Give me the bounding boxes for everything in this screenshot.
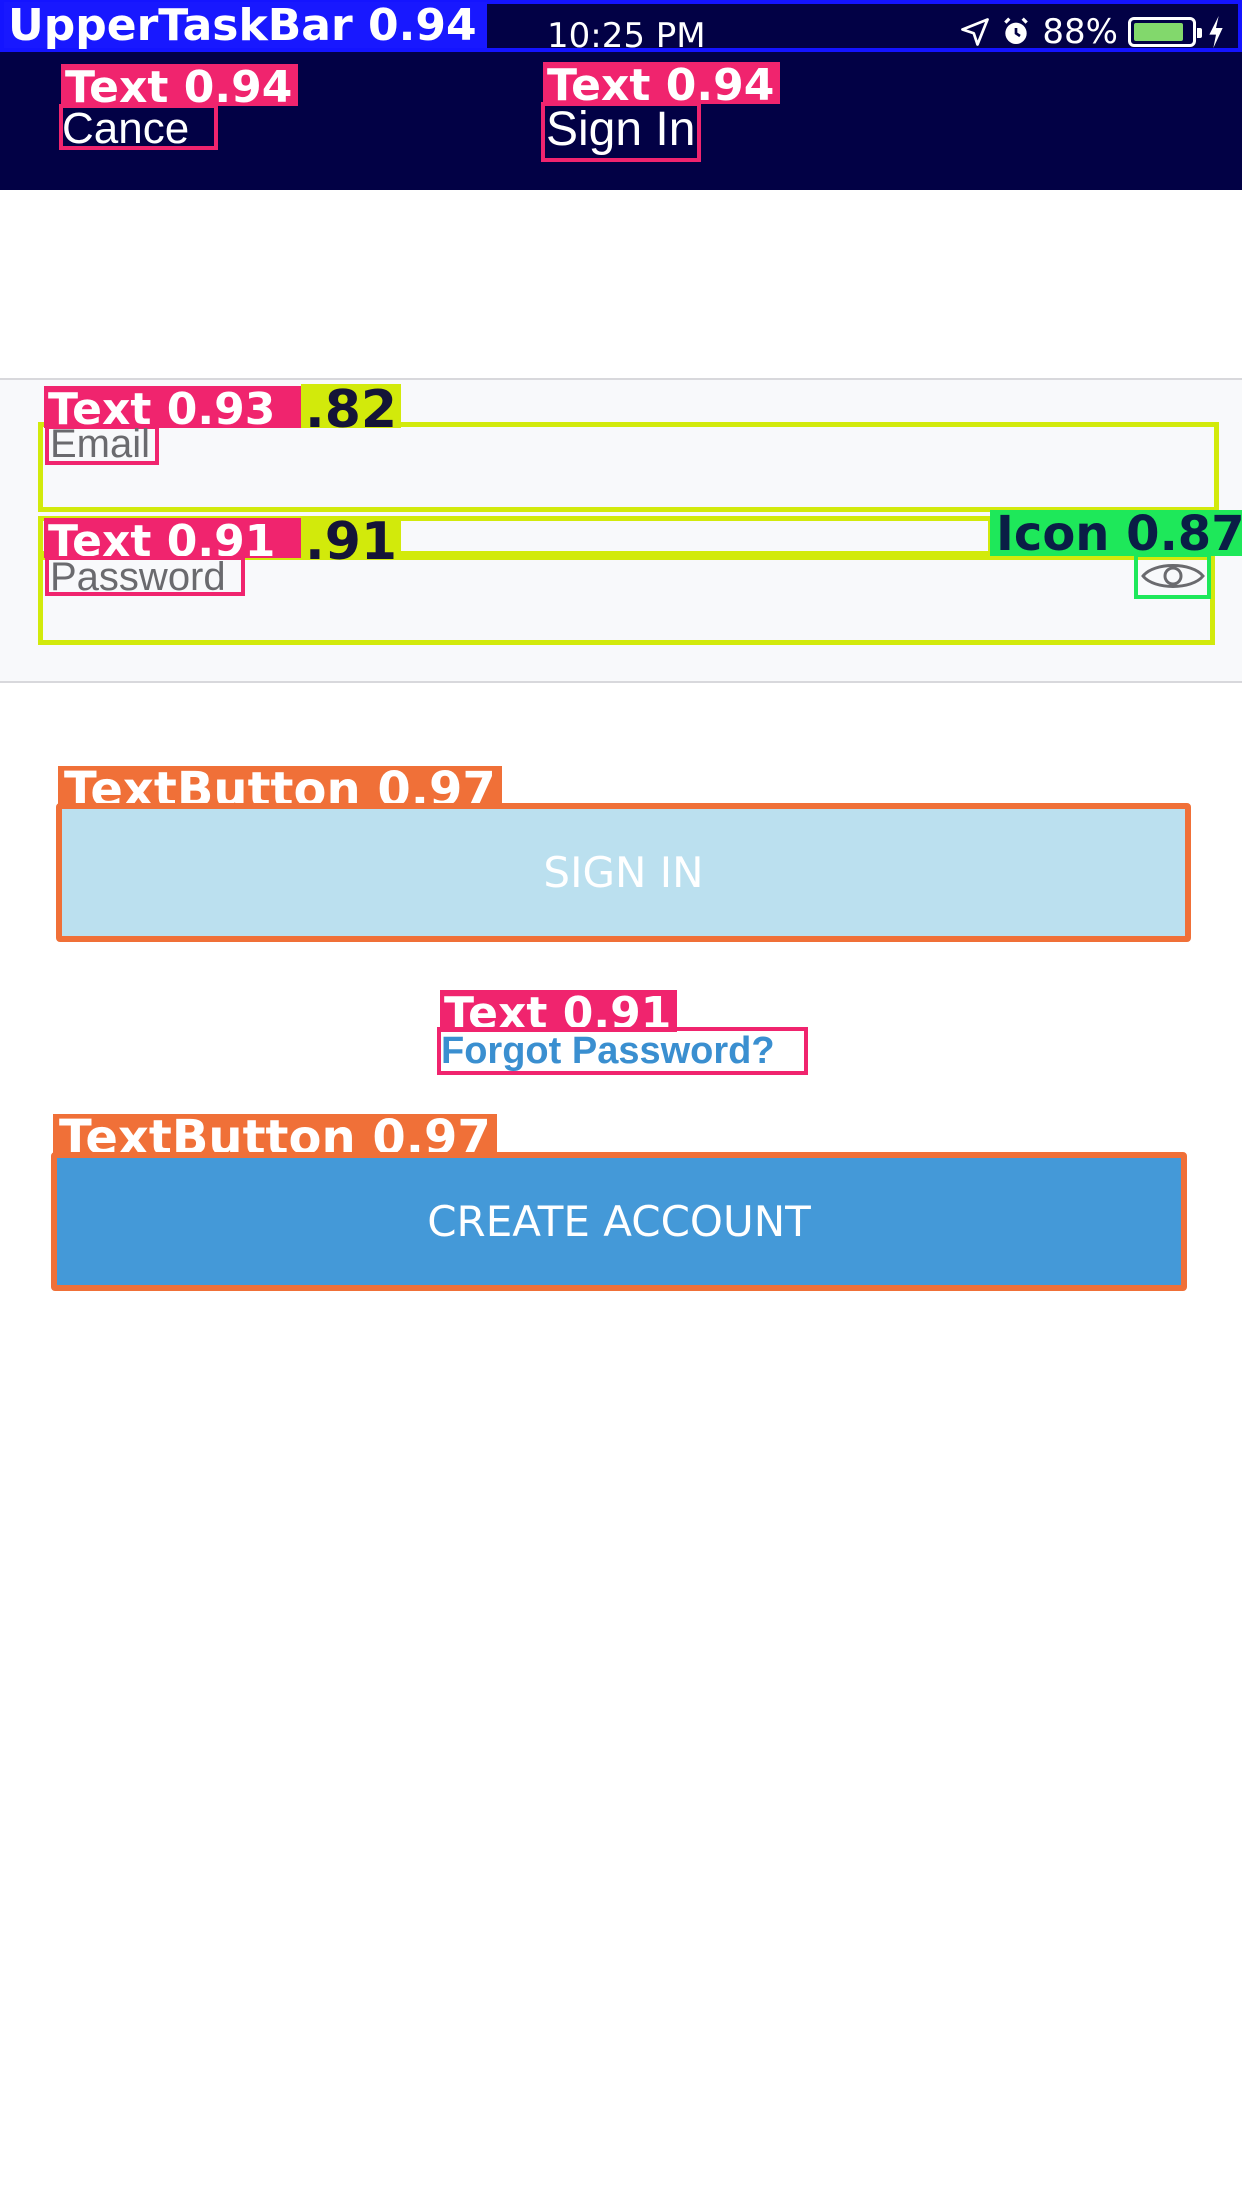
detection-label-sign-in: TextButton 0.97 [58, 766, 502, 814]
detection-label-forgot: Text 0.91 [440, 990, 678, 1036]
nav-header: 10:25 PM 88% UpperTaskBar 0.94 Text 0.94… [0, 0, 1242, 190]
battery-level-fill [1134, 23, 1184, 41]
cancel-button[interactable]: Cance [62, 104, 189, 154]
forgot-password-link[interactable]: Forgot Password? [441, 1030, 775, 1073]
battery-icon [1128, 17, 1202, 47]
status-indicators: 88% [960, 12, 1226, 52]
email-label: Email [50, 422, 151, 466]
detection-label-title: Text 0.94 [543, 62, 781, 108]
password-label: Password [50, 555, 226, 599]
detection-label-cancel: Text 0.94 [61, 64, 299, 110]
detection-label-eye-icon: Icon 0.87 [990, 510, 1242, 558]
eye-icon[interactable] [1134, 553, 1211, 599]
email-field[interactable] [38, 422, 1219, 512]
create-account-label: CREATE ACCOUNT [427, 1197, 811, 1246]
detection-label-email-field: .82 [301, 384, 402, 436]
battery-percent: 88% [1042, 12, 1118, 52]
sign-in-button[interactable]: SIGN IN [56, 803, 1191, 942]
alarm-clock-icon [1000, 16, 1032, 48]
page-title: Sign In [546, 103, 696, 156]
charging-bolt-icon [1206, 16, 1226, 48]
detection-label-create-account: TextButton 0.97 [53, 1114, 497, 1162]
status-time: 10:25 PM [547, 16, 706, 56]
sign-in-label: SIGN IN [543, 848, 704, 897]
detection-label-upper-task-bar: UpperTaskBar 0.94 [4, 2, 487, 48]
location-arrow-icon [960, 17, 990, 47]
detection-label-password: Text 0.91 [44, 518, 301, 564]
detection-label-password-field: .91 [301, 516, 402, 568]
create-account-button[interactable]: CREATE ACCOUNT [51, 1152, 1187, 1291]
